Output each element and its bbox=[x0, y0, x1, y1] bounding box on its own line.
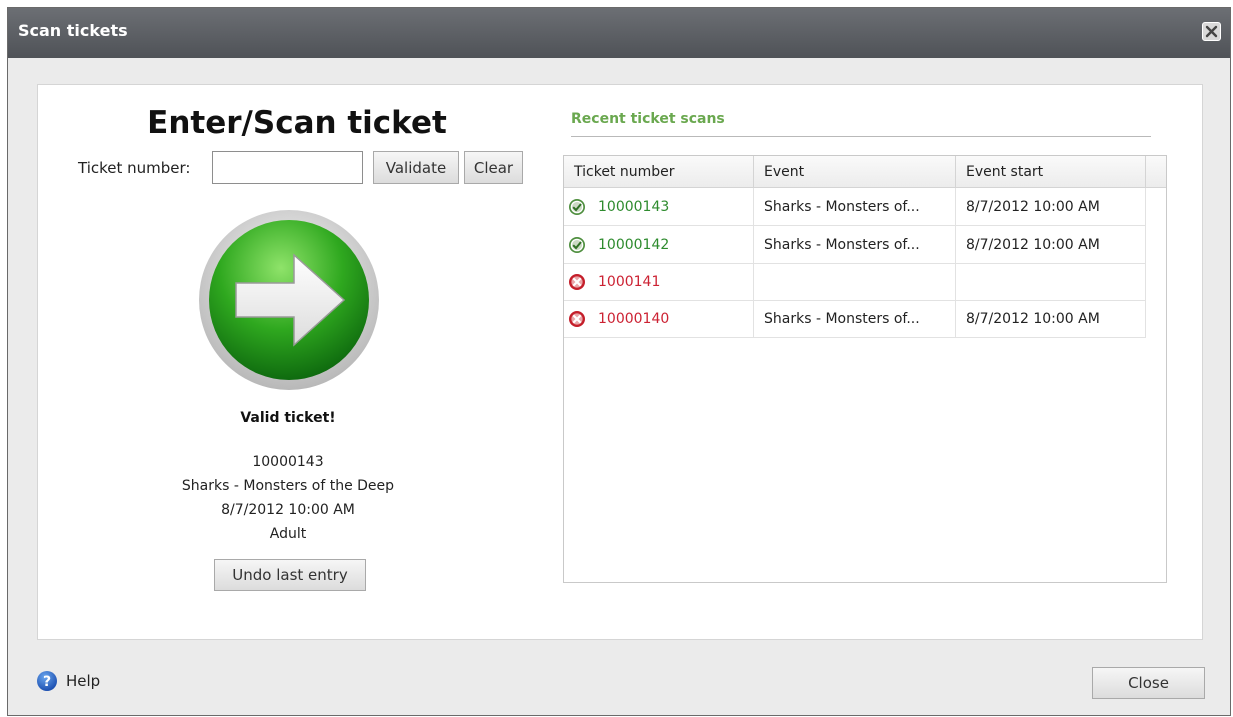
close-icon[interactable] bbox=[1202, 22, 1221, 41]
row-event: Sharks - Monsters of... bbox=[754, 188, 956, 225]
content-panel: Enter/Scan ticket Ticket number: Validat… bbox=[37, 84, 1203, 640]
error-icon bbox=[569, 274, 585, 290]
row-event: Sharks - Monsters of... bbox=[754, 301, 956, 337]
table-row[interactable]: 10000142 Sharks - Monsters of... 8/7/201… bbox=[564, 226, 1146, 264]
row-ticket-number: 1000141 bbox=[598, 274, 661, 290]
help-icon: ? bbox=[37, 671, 57, 691]
result-event-start: 8/7/2012 10:00 AM bbox=[221, 502, 355, 518]
title-bar: Scan tickets bbox=[8, 8, 1230, 58]
row-event-start: 8/7/2012 10:00 AM bbox=[956, 188, 1146, 225]
row-event bbox=[754, 264, 956, 300]
status-message: Valid ticket! bbox=[240, 410, 336, 426]
row-event-start bbox=[956, 264, 1146, 300]
ticket-number-input[interactable] bbox=[212, 151, 363, 184]
ticket-number-label: Ticket number: bbox=[78, 159, 191, 177]
undo-last-entry-button[interactable]: Undo last entry bbox=[214, 559, 366, 591]
row-ticket-cell: 10000140 bbox=[564, 301, 754, 337]
column-header-ticket-number[interactable]: Ticket number bbox=[564, 156, 754, 188]
row-ticket-cell: 10000143 bbox=[564, 188, 754, 225]
grid-header: Ticket number Event Event start bbox=[564, 156, 1166, 188]
page-title: Enter/Scan ticket bbox=[147, 105, 447, 141]
result-price-type: Adult bbox=[269, 526, 307, 542]
column-header-event-start[interactable]: Event start bbox=[956, 156, 1146, 188]
table-row[interactable]: 10000143 Sharks - Monsters of... 8/7/201… bbox=[564, 188, 1146, 226]
recent-scans-title: Recent ticket scans bbox=[571, 111, 725, 127]
table-row[interactable]: 10000140 Sharks - Monsters of... 8/7/201… bbox=[564, 301, 1146, 338]
row-ticket-number: 10000142 bbox=[598, 236, 670, 253]
row-event-start: 8/7/2012 10:00 AM bbox=[956, 301, 1146, 337]
row-event-start: 8/7/2012 10:00 AM bbox=[956, 226, 1146, 263]
row-ticket-number: 10000143 bbox=[598, 198, 670, 215]
window-title: Scan tickets bbox=[18, 21, 128, 40]
result-ticket-number: 10000143 bbox=[252, 454, 324, 470]
scan-tickets-dialog: Scan tickets Enter/Scan ticket Ticket nu… bbox=[7, 7, 1231, 716]
recent-scans-grid[interactable]: Ticket number Event Event start 10000143… bbox=[563, 155, 1167, 583]
green-arrow-icon bbox=[194, 205, 384, 399]
help-label: Help bbox=[66, 672, 101, 690]
table-row[interactable]: 1000141 bbox=[564, 264, 1146, 301]
row-event: Sharks - Monsters of... bbox=[754, 226, 956, 263]
check-icon bbox=[569, 236, 585, 253]
error-icon bbox=[569, 311, 585, 327]
validate-button[interactable]: Validate bbox=[373, 151, 459, 184]
check-icon bbox=[569, 198, 585, 215]
close-button[interactable]: Close bbox=[1092, 667, 1205, 699]
column-header-event[interactable]: Event bbox=[754, 156, 956, 188]
row-ticket-cell: 1000141 bbox=[564, 264, 754, 300]
row-ticket-number: 10000140 bbox=[598, 311, 670, 327]
svg-text:?: ? bbox=[43, 674, 51, 690]
divider bbox=[571, 136, 1151, 137]
help-link[interactable]: ? Help bbox=[36, 670, 100, 692]
row-ticket-cell: 10000142 bbox=[564, 226, 754, 263]
clear-button[interactable]: Clear bbox=[464, 151, 523, 184]
result-event: Sharks - Monsters of the Deep bbox=[181, 478, 395, 494]
